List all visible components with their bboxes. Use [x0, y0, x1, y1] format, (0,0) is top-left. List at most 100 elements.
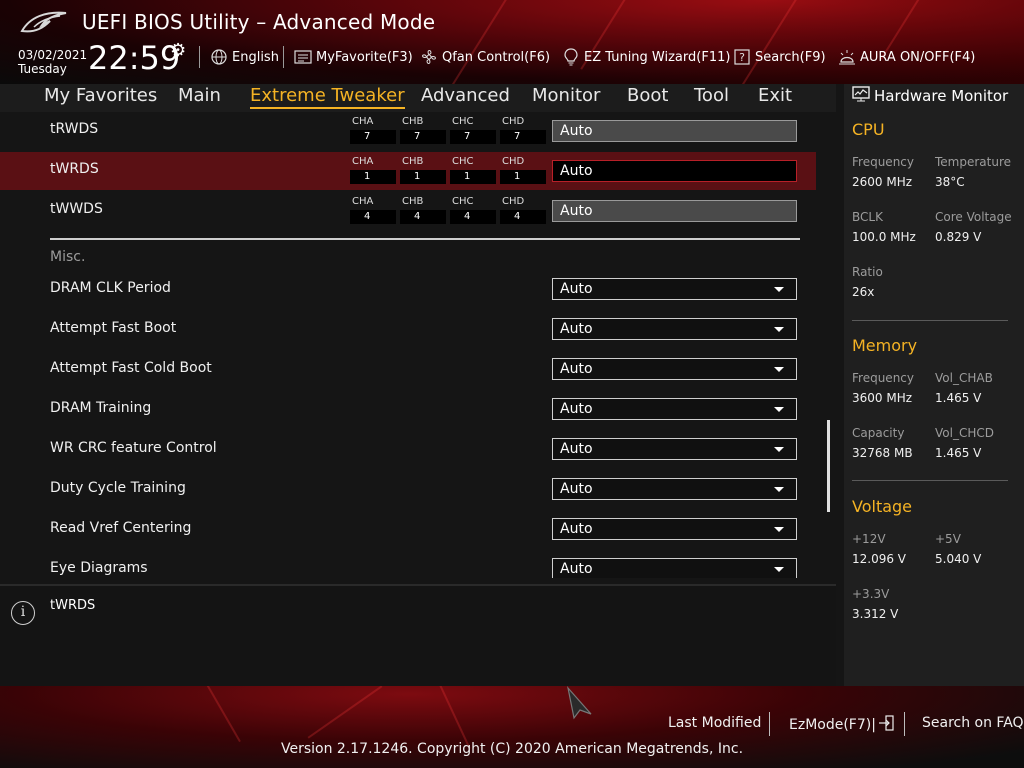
gear-icon[interactable]: ⚙ — [170, 40, 186, 61]
read-vref-centering-dropdown[interactable]: Auto — [552, 518, 797, 540]
hardware-monitor-title: Hardware Monitor — [852, 86, 1008, 106]
setting-label: Attempt Fast Cold Boot — [50, 360, 212, 376]
channel-cha: CHA 1 — [350, 156, 396, 184]
my-favorite-button[interactable]: MyFavorite(F3) — [294, 48, 413, 66]
footer-bar: Last Modified EzMode(F7)| Search on FAQ … — [0, 686, 1024, 768]
dropdown-value: Auto — [560, 521, 593, 537]
rog-logo-icon — [20, 11, 67, 33]
capacity-value: 32768 MB — [852, 446, 913, 460]
cpu-temperature-value: 38°C — [935, 175, 965, 189]
exit-arrow-icon — [878, 715, 894, 735]
tab-exit[interactable]: Exit — [758, 85, 792, 106]
vol-chcd-value: 1.465 V — [935, 446, 982, 460]
twrds-input[interactable]: Auto — [552, 160, 797, 182]
voltage-section-title: Voltage — [852, 497, 913, 516]
search-label: Search(F9) — [755, 49, 826, 65]
setting-label: DRAM CLK Period — [50, 280, 171, 296]
channel-chc: CHC 7 — [450, 116, 496, 144]
search-button[interactable]: ? Search(F9) — [733, 48, 826, 66]
tab-boot[interactable]: Boot — [627, 85, 668, 106]
trwds-input[interactable]: Auto — [552, 120, 797, 142]
chevron-down-icon — [774, 287, 784, 292]
tab-advanced[interactable]: Advanced — [421, 85, 510, 106]
eye-diagrams-dropdown[interactable]: Auto — [552, 558, 797, 578]
search-on-faq-button[interactable]: Search on FAQ — [922, 715, 1024, 731]
setting-row-twrds[interactable]: tWRDS CHA 1 CHB 1 CHC 1 CHD 1 Auto — [0, 152, 816, 190]
setting-label: Duty Cycle Training — [50, 480, 186, 496]
setting-row-attempt-fast-boot[interactable]: Attempt Fast Boot Auto — [0, 312, 816, 350]
channel-name: CHA — [352, 156, 374, 167]
attempt-fast-boot-dropdown[interactable]: Auto — [552, 318, 797, 340]
version-text: Version 2.17.1246. Copyright (C) 2020 Am… — [280, 741, 744, 757]
channel-name: CHB — [402, 196, 424, 207]
tab-extreme-tweaker[interactable]: Extreme Tweaker — [250, 85, 405, 109]
qfan-control-button[interactable]: Qfan Control(F6) — [420, 48, 550, 66]
dropdown-value: Auto — [560, 561, 593, 577]
channel-value: 7 — [400, 130, 446, 144]
wr-crc-feature-control-dropdown[interactable]: Auto — [552, 438, 797, 460]
v12-value: 12.096 V — [852, 552, 907, 566]
hardware-monitor-panel: Hardware Monitor CPU Frequency Temperatu… — [844, 84, 1024, 686]
section-divider — [852, 320, 1008, 321]
setting-row-twwds[interactable]: tWWDS CHA 4 CHB 4 CHC 4 CHD 4 Auto — [0, 192, 816, 230]
date-display: 03/02/2021 Tuesday — [18, 48, 87, 76]
settings-scrollbar[interactable] — [827, 420, 830, 512]
vol-chcd-label: Vol_CHCD — [935, 426, 994, 440]
channel-value: 4 — [450, 210, 496, 224]
tab-tool[interactable]: Tool — [694, 85, 729, 106]
dram-training-dropdown[interactable]: Auto — [552, 398, 797, 420]
dram-clk-period-dropdown[interactable]: Auto — [552, 278, 797, 300]
aura-toggle-button[interactable]: AURA ON/OFF(F4) — [838, 48, 975, 66]
v12-label: +12V — [852, 532, 886, 546]
hardware-monitor-label: Hardware Monitor — [874, 87, 1009, 105]
channel-name: CHB — [402, 156, 424, 167]
channel-value: 1 — [350, 170, 396, 184]
setting-row-read-vref-centering[interactable]: Read Vref Centering Auto — [0, 512, 816, 550]
channel-chd: CHD 4 — [500, 196, 546, 224]
my-favorite-label: MyFavorite(F3) — [316, 49, 413, 65]
v33-label: +3.3V — [852, 587, 890, 601]
channel-value: 1 — [500, 170, 546, 184]
help-panel: i tWRDS — [0, 584, 836, 688]
cpu-section-title: CPU — [852, 120, 885, 139]
setting-label: tRWDS — [50, 121, 99, 137]
channel-value: 7 — [450, 130, 496, 144]
setting-row-eye-diagrams[interactable]: Eye Diagrams Auto — [0, 552, 816, 578]
language-button[interactable]: English — [210, 48, 279, 66]
ezmode-button[interactable]: EzMode(F7)| — [789, 715, 894, 735]
channel-value: 1 — [450, 170, 496, 184]
day-text: Tuesday — [18, 62, 67, 76]
setting-row-dram-training[interactable]: DRAM Training Auto — [0, 392, 816, 430]
core-voltage-value: 0.829 V — [935, 230, 982, 244]
duty-cycle-training-dropdown[interactable]: Auto — [552, 478, 797, 500]
setting-row-wr-crc-feature-control[interactable]: WR CRC feature Control Auto — [0, 432, 816, 470]
setting-label: tWWDS — [50, 201, 103, 217]
tab-main[interactable]: Main — [178, 85, 221, 106]
core-voltage-label: Core Voltage — [935, 210, 1012, 224]
channel-value: 1 — [400, 170, 446, 184]
cursor-arrow-icon — [566, 686, 592, 720]
ez-tuning-wizard-button[interactable]: EZ Tuning Wizard(F11) — [562, 48, 730, 66]
channel-cha: CHA 7 — [350, 116, 396, 144]
cpu-temperature-label: Temperature — [935, 155, 1012, 169]
tab-monitor[interactable]: Monitor — [532, 85, 600, 106]
tab-my-favorites[interactable]: My Favorites — [44, 85, 157, 106]
setting-row-dram-clk-period[interactable]: DRAM CLK Period Auto — [0, 272, 816, 310]
clock-display[interactable]: 22:59 — [88, 40, 180, 76]
last-modified-button[interactable]: Last Modified — [668, 715, 761, 731]
ratio-value: 26x — [852, 285, 875, 299]
setting-row-attempt-fast-cold-boot[interactable]: Attempt Fast Cold Boot Auto — [0, 352, 816, 390]
ezmode-label: EzMode(F7)| — [789, 717, 876, 733]
attempt-fast-cold-boot-dropdown[interactable]: Auto — [552, 358, 797, 380]
footer-divider — [904, 712, 905, 736]
chevron-down-icon — [774, 527, 784, 532]
setting-label: Eye Diagrams — [50, 560, 148, 576]
twwds-input[interactable]: Auto — [552, 200, 797, 222]
channel-value: 4 — [350, 210, 396, 224]
channel-cha: CHA 4 — [350, 196, 396, 224]
channel-name: CHA — [352, 116, 374, 127]
dropdown-value: Auto — [560, 441, 593, 457]
aura-light-icon — [838, 48, 856, 66]
setting-row-duty-cycle-training[interactable]: Duty Cycle Training Auto — [0, 472, 816, 510]
setting-row-trwds[interactable]: tRWDS CHA 7 CHB 7 CHC 7 CHD 7 Auto — [0, 112, 816, 150]
